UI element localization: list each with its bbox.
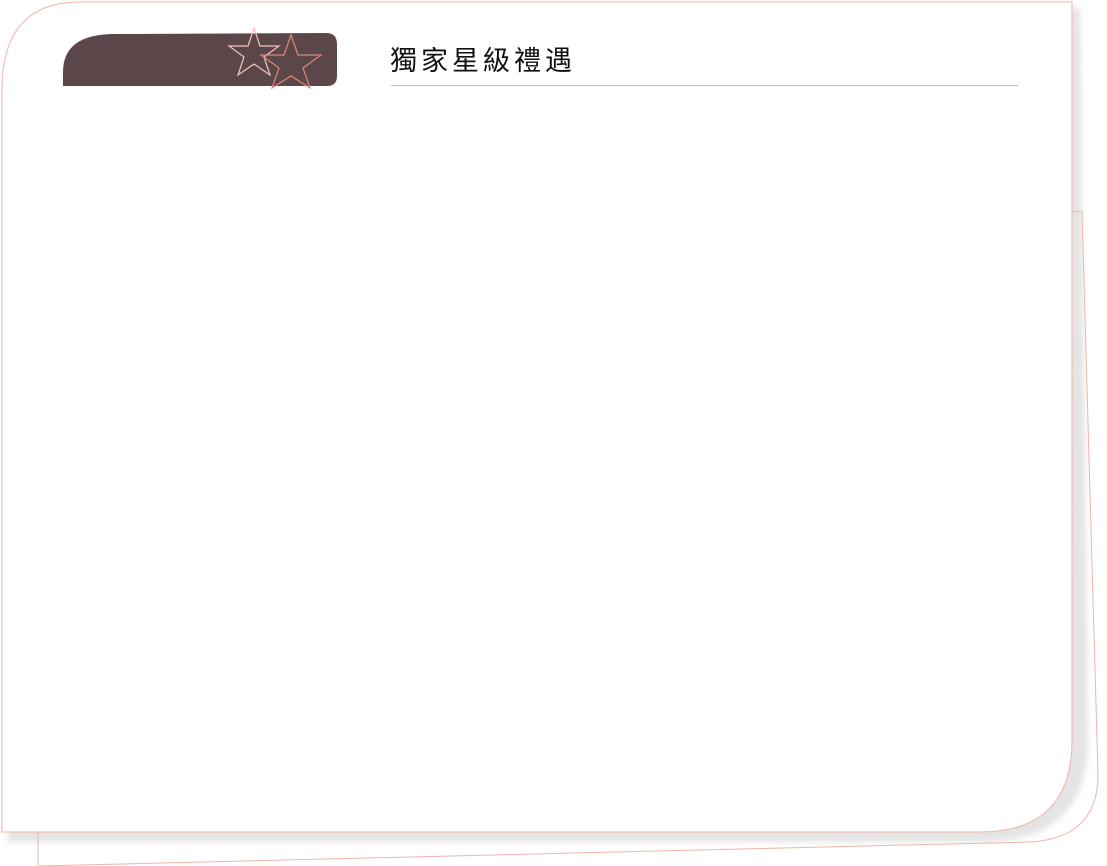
slide-canvas: 獨家星級禮遇 [0, 0, 1107, 866]
page-frame-graphic [1, 1, 1099, 866]
front-sheet [1, 1, 1073, 833]
title-underline [391, 85, 1018, 86]
header-tab [63, 33, 337, 86]
slide-title: 獨家星級禮遇 [390, 46, 576, 77]
